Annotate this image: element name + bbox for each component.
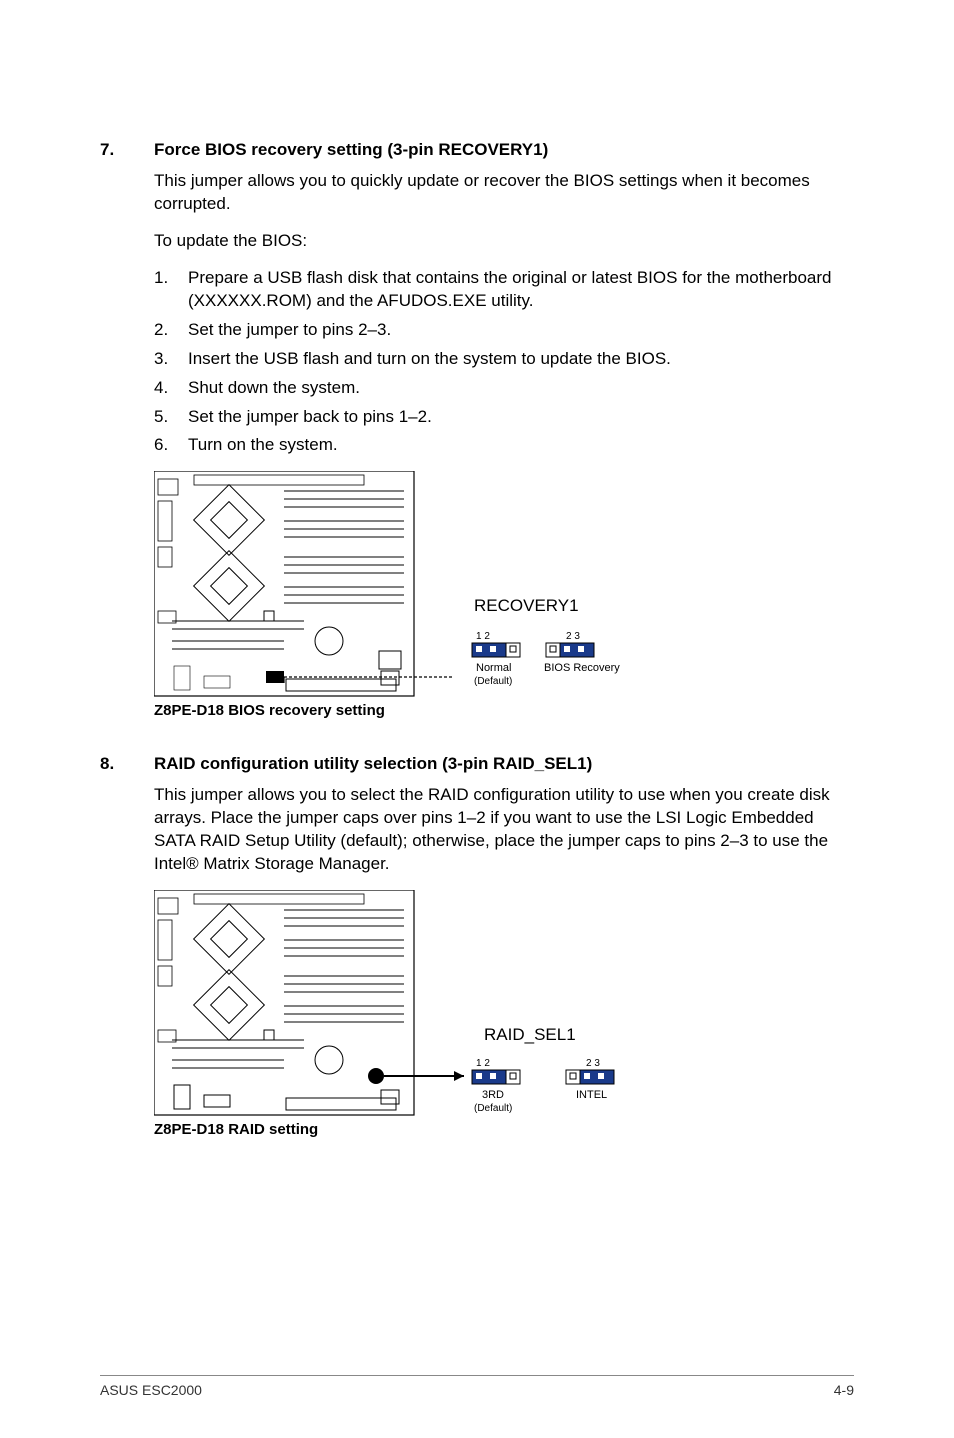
recovery-header: RECOVERY1 xyxy=(474,596,579,615)
list-item: 6.Turn on the system. xyxy=(154,434,854,457)
section-8-number: 8. xyxy=(100,754,154,774)
3rd-label: 3RD xyxy=(482,1089,504,1101)
section-7-diagram: Z8PE-D18 BIOS recovery setting RECOVERY1… xyxy=(154,471,854,726)
default-label: (Default) xyxy=(474,676,512,687)
list-item: 3.Insert the USB flash and turn on the s… xyxy=(154,348,854,371)
diagram-caption: Z8PE-D18 RAID setting xyxy=(154,1121,318,1138)
intel-label: INTEL xyxy=(576,1089,607,1101)
step-num: 6. xyxy=(154,434,188,457)
page: 7. Force BIOS recovery setting (3-pin RE… xyxy=(0,0,954,1438)
step-num: 5. xyxy=(154,406,188,429)
section-7-number: 7. xyxy=(100,140,154,160)
step-num: 2. xyxy=(154,319,188,342)
step-num: 1. xyxy=(154,267,188,313)
section-7-title: Force BIOS recovery setting (3-pin RECOV… xyxy=(154,140,548,160)
section-8-title: RAID configuration utility selection (3-… xyxy=(154,754,592,774)
section-8-heading: 8. RAID configuration utility selection … xyxy=(100,754,854,774)
step-text: Turn on the system. xyxy=(188,434,854,457)
pins-12: 1 2 xyxy=(476,1058,490,1069)
step-text: Set the jumper back to pins 1–2. xyxy=(188,406,854,429)
list-item: 4.Shut down the system. xyxy=(154,377,854,400)
footer-left: ASUS ESC2000 xyxy=(100,1382,202,1398)
list-item: 2.Set the jumper to pins 2–3. xyxy=(154,319,854,342)
normal-label: Normal xyxy=(476,662,511,674)
step-text: Set the jumper to pins 2–3. xyxy=(188,319,854,342)
section-7-intro: This jumper allows you to quickly update… xyxy=(154,170,854,216)
step-text: Prepare a USB flash disk that contains t… xyxy=(188,267,854,313)
section-8-body: This jumper allows you to select the RAI… xyxy=(154,784,854,876)
section-7-steps: 1.Prepare a USB flash disk that contains… xyxy=(154,267,854,458)
recovery-diagram-svg: Z8PE-D18 BIOS recovery setting RECOVERY1… xyxy=(154,471,674,721)
section-7-body: This jumper allows you to quickly update… xyxy=(154,170,854,457)
footer-right: 4-9 xyxy=(834,1382,854,1398)
step-num: 3. xyxy=(154,348,188,371)
bios-recovery-label: BIOS Recovery xyxy=(544,662,620,674)
step-num: 4. xyxy=(154,377,188,400)
raid-header: RAID_SEL1 xyxy=(484,1025,576,1044)
pins-23: 2 3 xyxy=(586,1058,600,1069)
default-label: (Default) xyxy=(474,1103,512,1114)
pins-23: 2 3 xyxy=(566,631,580,642)
list-item: 1.Prepare a USB flash disk that contains… xyxy=(154,267,854,313)
step-text: Shut down the system. xyxy=(188,377,854,400)
step-text: Insert the USB flash and turn on the sys… xyxy=(188,348,854,371)
list-item: 5.Set the jumper back to pins 1–2. xyxy=(154,406,854,429)
section-7-lead: To update the BIOS: xyxy=(154,230,854,253)
diagram-caption: Z8PE-D18 BIOS recovery setting xyxy=(154,702,385,719)
raid-diagram-svg: Z8PE-D18 RAID setting RAID_SEL1 1 2 3RD … xyxy=(154,890,674,1140)
section-7-heading: 7. Force BIOS recovery setting (3-pin RE… xyxy=(100,140,854,160)
section-7: 7. Force BIOS recovery setting (3-pin RE… xyxy=(100,140,854,726)
pins-12: 1 2 xyxy=(476,631,490,642)
page-footer: ASUS ESC2000 4-9 xyxy=(100,1375,854,1398)
section-8-diagram: Z8PE-D18 RAID setting RAID_SEL1 1 2 3RD … xyxy=(154,890,854,1145)
section-8: 8. RAID configuration utility selection … xyxy=(100,754,854,1145)
section-8-intro: This jumper allows you to select the RAI… xyxy=(154,784,854,876)
